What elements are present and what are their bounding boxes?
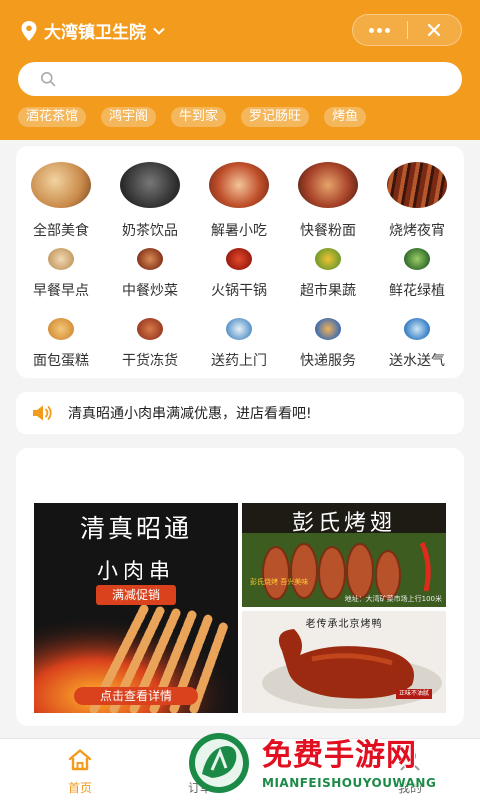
mini-program-capsule [352, 14, 462, 46]
category-item-chinese-dishes[interactable]: 中餐炒菜 [105, 248, 195, 300]
tab-label: 首页 [67, 781, 92, 795]
hot-tag[interactable]: 鸿宇阁 [101, 107, 157, 127]
category-label: 全部美食 [33, 223, 89, 239]
category-label: 鲜花绿植 [389, 283, 445, 299]
more-dots-icon [369, 27, 391, 33]
category-image [315, 318, 341, 340]
category-item-dried-frozen[interactable]: 干货冻货 [105, 318, 195, 370]
hot-tag[interactable]: 酒花茶馆 [18, 107, 87, 127]
banner-wings-brand: 彭氏烧烤 吾兴美味 [250, 578, 309, 586]
category-label: 火锅干锅 [211, 283, 267, 299]
banner-roast-duck[interactable]: 老传承北京烤鸭 正味不油腻 [242, 611, 446, 713]
banner-skewers-cta[interactable]: 点击查看详情 [74, 687, 198, 705]
category-image [120, 162, 180, 208]
search-bar[interactable] [18, 62, 462, 96]
banner-skewers-subtitle: 小肉串 [97, 559, 175, 583]
hot-tag[interactable]: 罗记肠旺 [241, 107, 310, 127]
category-item-bbq[interactable]: 烧烤夜宵 [372, 162, 462, 240]
category-item-breakfast[interactable]: 早餐早点 [16, 248, 106, 300]
banner-skewers-title: 清真昭通 [79, 514, 192, 543]
category-image [137, 318, 163, 340]
banner-roast-duck-title: 老传承北京烤鸭 [305, 619, 383, 630]
watermark-subtitle: MIANFEISHOUYOUWANG [262, 776, 437, 790]
search-icon [41, 72, 56, 87]
category-image [404, 318, 430, 340]
tab-home[interactable]: 首页 [20, 739, 140, 800]
banner-wings-title: 彭氏烤翅 [291, 511, 396, 536]
category-label: 干货冻货 [122, 353, 178, 369]
category-label: 烧烤夜宵 [389, 223, 445, 239]
banner-skewers-badge: 满减促销 [96, 585, 176, 605]
location-pin-icon [21, 20, 37, 41]
category-label: 送药上门 [211, 353, 267, 369]
category-item-bakery[interactable]: 面包蛋糕 [16, 318, 106, 370]
location-name: 大湾镇卫生院 [44, 23, 146, 43]
category-label: 解暑小吃 [211, 223, 267, 239]
home-icon [68, 749, 92, 771]
category-label: 奶茶饮品 [122, 223, 178, 239]
category-label: 快餐粉面 [300, 223, 356, 239]
banner-wings[interactable]: 彭氏烤翅 彭氏烧烤 吾兴美味 地址：大湾矿菜市场上行100米 [242, 503, 446, 607]
category-image [226, 318, 252, 340]
category-image [226, 248, 252, 270]
category-image [315, 248, 341, 270]
header-bar: 大湾镇卫生院 酒花茶馆 鸿宇阁 牛到家 罗记肠旺 烤鱼 [0, 0, 480, 140]
watermark-logo-icon [189, 733, 249, 793]
category-label: 快递服务 [300, 353, 356, 369]
category-label: 中餐炒菜 [122, 283, 178, 299]
speaker-icon [33, 405, 52, 421]
category-label: 超市果蔬 [300, 283, 356, 299]
banner-skewers[interactable]: 清真昭通 小肉串 满减促销 点击查看详情 [34, 503, 238, 713]
watermark-overlay: 免费手游网 MIANFEISHOUYOUWANG [186, 728, 480, 800]
category-image [48, 318, 74, 340]
location-selector[interactable]: 大湾镇卫生院 [20, 18, 166, 43]
category-item-all-food[interactable]: 全部美食 [16, 162, 106, 240]
category-item-hotpot[interactable]: 火锅干锅 [194, 248, 284, 300]
category-item-flowers[interactable]: 鲜花绿植 [372, 248, 462, 300]
notice-text: 清真昭通小肉串满减优惠，进店看看吧! [68, 406, 312, 422]
close-icon [428, 23, 441, 37]
more-button[interactable] [353, 15, 407, 45]
category-image [137, 248, 163, 270]
category-item-courier[interactable]: 快递服务 [283, 318, 373, 370]
category-image [48, 248, 74, 270]
category-item-fast-food[interactable]: 快餐粉面 [283, 162, 373, 240]
category-image [404, 248, 430, 270]
category-image [209, 162, 269, 208]
close-button[interactable] [408, 15, 462, 45]
category-label: 早餐早点 [33, 283, 89, 299]
hot-tag[interactable]: 烤鱼 [324, 107, 367, 127]
category-grid: 全部美食 奶茶饮品 解暑小吃 快餐粉面 烧烤夜宵 早餐早点 中餐炒菜 火锅干锅 … [16, 146, 464, 378]
category-item-medicine[interactable]: 送药上门 [194, 318, 284, 370]
search-input[interactable] [66, 71, 446, 87]
category-label: 面包蛋糕 [33, 353, 89, 369]
category-item-supermarket[interactable]: 超市果蔬 [283, 248, 373, 300]
chevron-down-icon [153, 27, 165, 35]
banner-section: 清真昭通 小肉串 满减促销 点击查看详情 彭氏烤翅 彭氏烧烤 吾兴美味 地址：大… [16, 448, 464, 726]
category-image [298, 162, 358, 208]
category-label: 送水送气 [389, 353, 445, 369]
promo-notice[interactable]: 清真昭通小肉串满减优惠，进店看看吧! [16, 392, 464, 434]
banner-roast-duck-stamp: 正味不油腻 [395, 689, 432, 699]
category-image [31, 162, 91, 208]
banner-wings-address: 地址：大湾矿菜市场上行100米 [344, 595, 442, 603]
hot-tag[interactable]: 牛到家 [171, 107, 227, 127]
category-item-milk-tea[interactable]: 奶茶饮品 [105, 162, 195, 240]
category-item-water-gas[interactable]: 送水送气 [372, 318, 462, 370]
hot-tags: 酒花茶馆 鸿宇阁 牛到家 罗记肠旺 烤鱼 [18, 107, 367, 127]
category-item-snacks[interactable]: 解暑小吃 [194, 162, 284, 240]
watermark-title: 免费手游网 [262, 738, 417, 773]
category-image [387, 162, 447, 208]
